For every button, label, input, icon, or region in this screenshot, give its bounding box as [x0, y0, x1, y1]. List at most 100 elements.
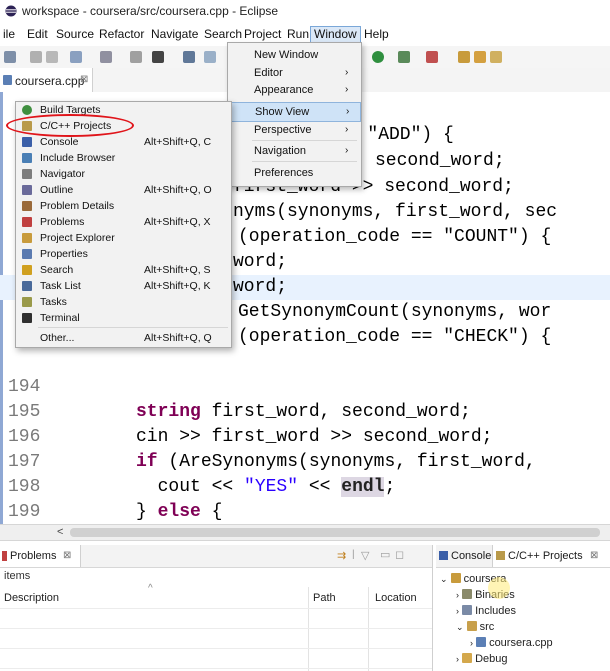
view-include-browser[interactable]: Include Browser	[16, 150, 231, 166]
close-tab-icon[interactable]: ⊠	[590, 550, 598, 561]
outline-icon	[22, 185, 32, 195]
open-folder-icon[interactable]	[474, 51, 486, 63]
view-problem-details[interactable]: Problem Details	[16, 198, 231, 214]
cpp-file-icon	[3, 75, 12, 85]
print-icon[interactable]	[130, 51, 142, 63]
problem-details-icon	[22, 201, 32, 211]
debug-icon[interactable]	[152, 51, 164, 63]
column-description[interactable]: Description	[4, 588, 59, 608]
cpp-projects-tab[interactable]: C/C++ Projects	[508, 550, 583, 562]
chevron-down-icon[interactable]: ⌄	[456, 622, 464, 632]
tree-label: Debug	[475, 653, 508, 665]
terminal-toolbar-icon[interactable]	[204, 51, 216, 63]
menu-appearance[interactable]: Appearance ›	[228, 80, 361, 100]
editor-tab-coursera[interactable]: coursera.cpp ⊠	[0, 68, 93, 92]
tasks-icon	[22, 297, 32, 307]
build-icon[interactable]	[70, 51, 82, 63]
tool-icon[interactable]	[100, 51, 112, 63]
view-task-list[interactable]: Task List Alt+Shift+Q, K	[16, 278, 231, 294]
menu-navigation[interactable]: Navigation ›	[228, 141, 361, 161]
menu-shortcut: Alt+Shift+Q, C	[144, 136, 212, 148]
run-config-icon[interactable]	[398, 51, 410, 63]
menu-source[interactable]: Source	[53, 26, 97, 43]
source-folder-icon	[466, 621, 477, 631]
chevron-right-icon: ›	[345, 145, 349, 156]
menu-item-label: Outline	[40, 184, 74, 196]
menu-item-label: Navigation	[254, 145, 306, 157]
close-tab-icon[interactable]: ⊠	[80, 74, 88, 85]
menu-edit[interactable]: Edit	[24, 26, 51, 43]
chevron-down-icon[interactable]: ⌄	[440, 574, 448, 584]
run-icon[interactable]	[372, 51, 384, 63]
view-properties[interactable]: Properties	[16, 246, 231, 262]
target-icon	[22, 105, 32, 115]
menu-help[interactable]: Help	[361, 26, 392, 43]
menu-search[interactable]: Search	[201, 26, 245, 43]
menu-run[interactable]: Run	[284, 26, 312, 43]
view-search[interactable]: Search Alt+Shift+Q, S	[16, 262, 231, 278]
chevron-right-icon[interactable]: ›	[456, 654, 459, 664]
code-line-198: 198 } else {	[8, 477, 223, 522]
code-text: GetSynonymCount(synonyms, wor	[238, 302, 552, 322]
code-line-197: 197 cout << "YES" << endl;	[8, 452, 396, 497]
view-tasks[interactable]: Tasks	[16, 294, 231, 310]
code-text: second_word;	[375, 151, 505, 171]
open-type-icon[interactable]	[458, 51, 470, 63]
cpp-file-icon	[476, 637, 487, 647]
view-other[interactable]: Other... Alt+Shift+Q, Q	[16, 330, 231, 346]
column-path[interactable]: Path	[313, 588, 336, 608]
search-toolbar-icon[interactable]	[490, 51, 502, 63]
chevron-right-icon[interactable]: ›	[456, 606, 459, 616]
save-icon[interactable]	[30, 51, 42, 63]
code-line-200: 200 }	[0, 500, 610, 524]
maximize-icon[interactable]: ◻	[395, 548, 404, 561]
menu-item-label: Terminal	[40, 312, 80, 324]
menu-preferences[interactable]: Preferences	[228, 163, 361, 183]
menu-show-view[interactable]: Show View ›	[228, 102, 361, 122]
tree-item-coursera-cpp[interactable]: › coursera.cpp	[470, 635, 553, 651]
menu-file[interactable]: ile	[0, 26, 18, 43]
column-location[interactable]: Location	[375, 588, 417, 608]
menu-item-label: Search	[40, 264, 74, 276]
menu-item-label: Tasks	[40, 296, 67, 308]
view-menu-icon[interactable]: ⇉	[337, 549, 346, 562]
console-toolbar-icon[interactable]	[183, 51, 195, 63]
tree-item-src[interactable]: ⌄ src	[456, 619, 494, 635]
menu-new-window[interactable]: New Window	[228, 45, 361, 65]
chevron-down-icon[interactable]: ▽	[361, 549, 369, 562]
console-tab[interactable]: Console	[451, 550, 491, 562]
menu-item-label: Properties	[40, 248, 88, 260]
new-icon[interactable]	[4, 51, 16, 63]
code-text: word;	[233, 277, 288, 297]
close-tab-icon[interactable]: ⊠	[63, 550, 71, 561]
tree-label: Includes	[475, 605, 517, 617]
view-problems[interactable]: Problems Alt+Shift+Q, X	[16, 214, 231, 230]
chevron-right-icon[interactable]: ›	[456, 590, 459, 600]
view-console[interactable]: Console Alt+Shift+Q, C	[16, 134, 231, 150]
scrollbar-thumb[interactable]	[70, 528, 600, 537]
problems-tab[interactable]: Problems	[10, 550, 56, 562]
mouse-cursor-highlight	[488, 577, 510, 599]
save-all-icon[interactable]	[46, 51, 58, 63]
chevron-right-icon[interactable]: ›	[470, 638, 473, 648]
menu-window[interactable]: Window	[310, 26, 361, 43]
view-navigator[interactable]: Navigator	[16, 166, 231, 182]
highlight-circle-annotation	[6, 114, 134, 137]
tree-item-includes[interactable]: › Includes	[456, 603, 516, 619]
code-line-196: 196 if (AreSynonyms(synonyms, first_word…	[8, 427, 536, 472]
project-folder-icon	[450, 573, 461, 583]
editor-horizontal-scrollbar[interactable]: <	[0, 524, 610, 541]
tree-item-debug[interactable]: › Debug	[456, 651, 507, 667]
menu-perspective[interactable]: Perspective ›	[228, 120, 361, 140]
scroll-left-icon[interactable]: <	[57, 526, 63, 538]
menu-refactor[interactable]: Refactor	[96, 26, 147, 43]
console-icon	[22, 137, 32, 147]
view-project-explorer[interactable]: Project Explorer	[16, 230, 231, 246]
minimize-icon[interactable]: ▭	[380, 548, 390, 561]
menu-project[interactable]: Project	[241, 26, 284, 43]
code-text: nyms(synonyms, first_word, sec	[233, 202, 558, 222]
external-tools-icon[interactable]	[426, 51, 438, 63]
menu-navigate[interactable]: Navigate	[148, 26, 201, 43]
view-terminal[interactable]: Terminal	[16, 310, 231, 326]
view-outline[interactable]: Outline Alt+Shift+Q, O	[16, 182, 231, 198]
